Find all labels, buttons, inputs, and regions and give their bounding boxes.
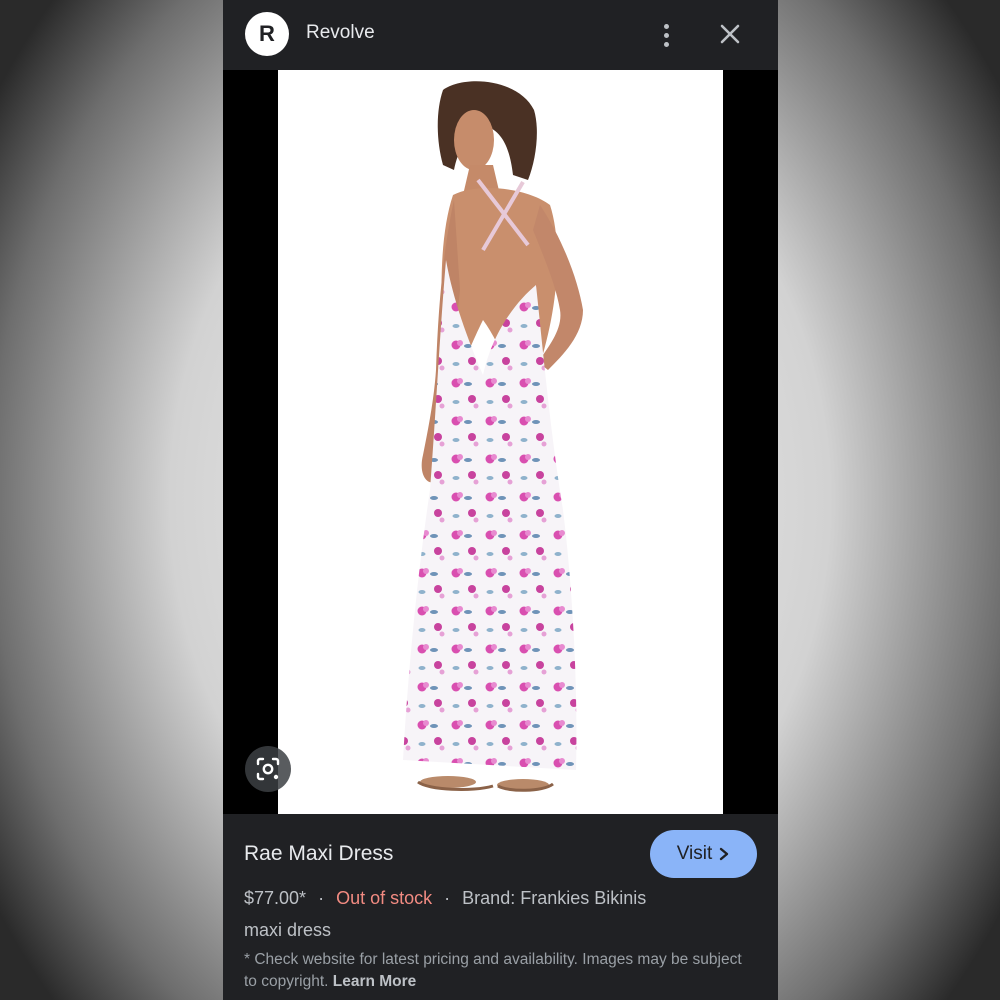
more-options-button[interactable] <box>651 18 681 52</box>
top-bar: R Revolve <box>223 0 778 70</box>
close-button[interactable] <box>713 17 747 51</box>
product-title[interactable]: Rae Maxi Dress <box>244 842 393 866</box>
product-category: maxi dress <box>244 920 332 940</box>
source-name[interactable]: Revolve <box>306 22 375 44</box>
source-logo[interactable]: R <box>245 12 289 56</box>
product-image[interactable] <box>278 70 723 814</box>
product-info: Rae Maxi Dress Visit $77.00* · Out of st… <box>223 814 778 1000</box>
disclaimer-text: * Check website for latest pricing and a… <box>244 951 742 990</box>
disclaimer: * Check website for latest pricing and a… <box>244 949 744 993</box>
stock-status: Out of stock <box>336 888 433 908</box>
separator: · <box>318 888 325 908</box>
learn-more-link[interactable]: Learn More <box>333 973 417 990</box>
source-initial: R <box>259 21 275 46</box>
vertical-dots-icon <box>663 23 669 29</box>
price: $77.00* <box>244 888 307 908</box>
lens-search-button[interactable] <box>245 746 291 792</box>
image-area <box>223 70 778 814</box>
image-viewer-panel: R Revolve Rae Maxi Dress Visit $77.00* ·… <box>223 0 778 1000</box>
separator: · <box>444 888 451 908</box>
visit-button[interactable]: Visit <box>650 830 757 878</box>
lens-search-icon <box>256 757 280 781</box>
close-icon <box>720 24 740 44</box>
brand: Brand: Frankies Bikinis <box>462 888 647 908</box>
product-meta: $77.00* · Out of stock · Brand: Frankies… <box>244 888 646 909</box>
model-photo-illustration <box>403 81 583 792</box>
visit-label: Visit <box>676 843 713 864</box>
chevron-right-icon <box>720 847 729 861</box>
vertical-dot <box>663 41 669 47</box>
vertical-dot <box>663 32 669 38</box>
